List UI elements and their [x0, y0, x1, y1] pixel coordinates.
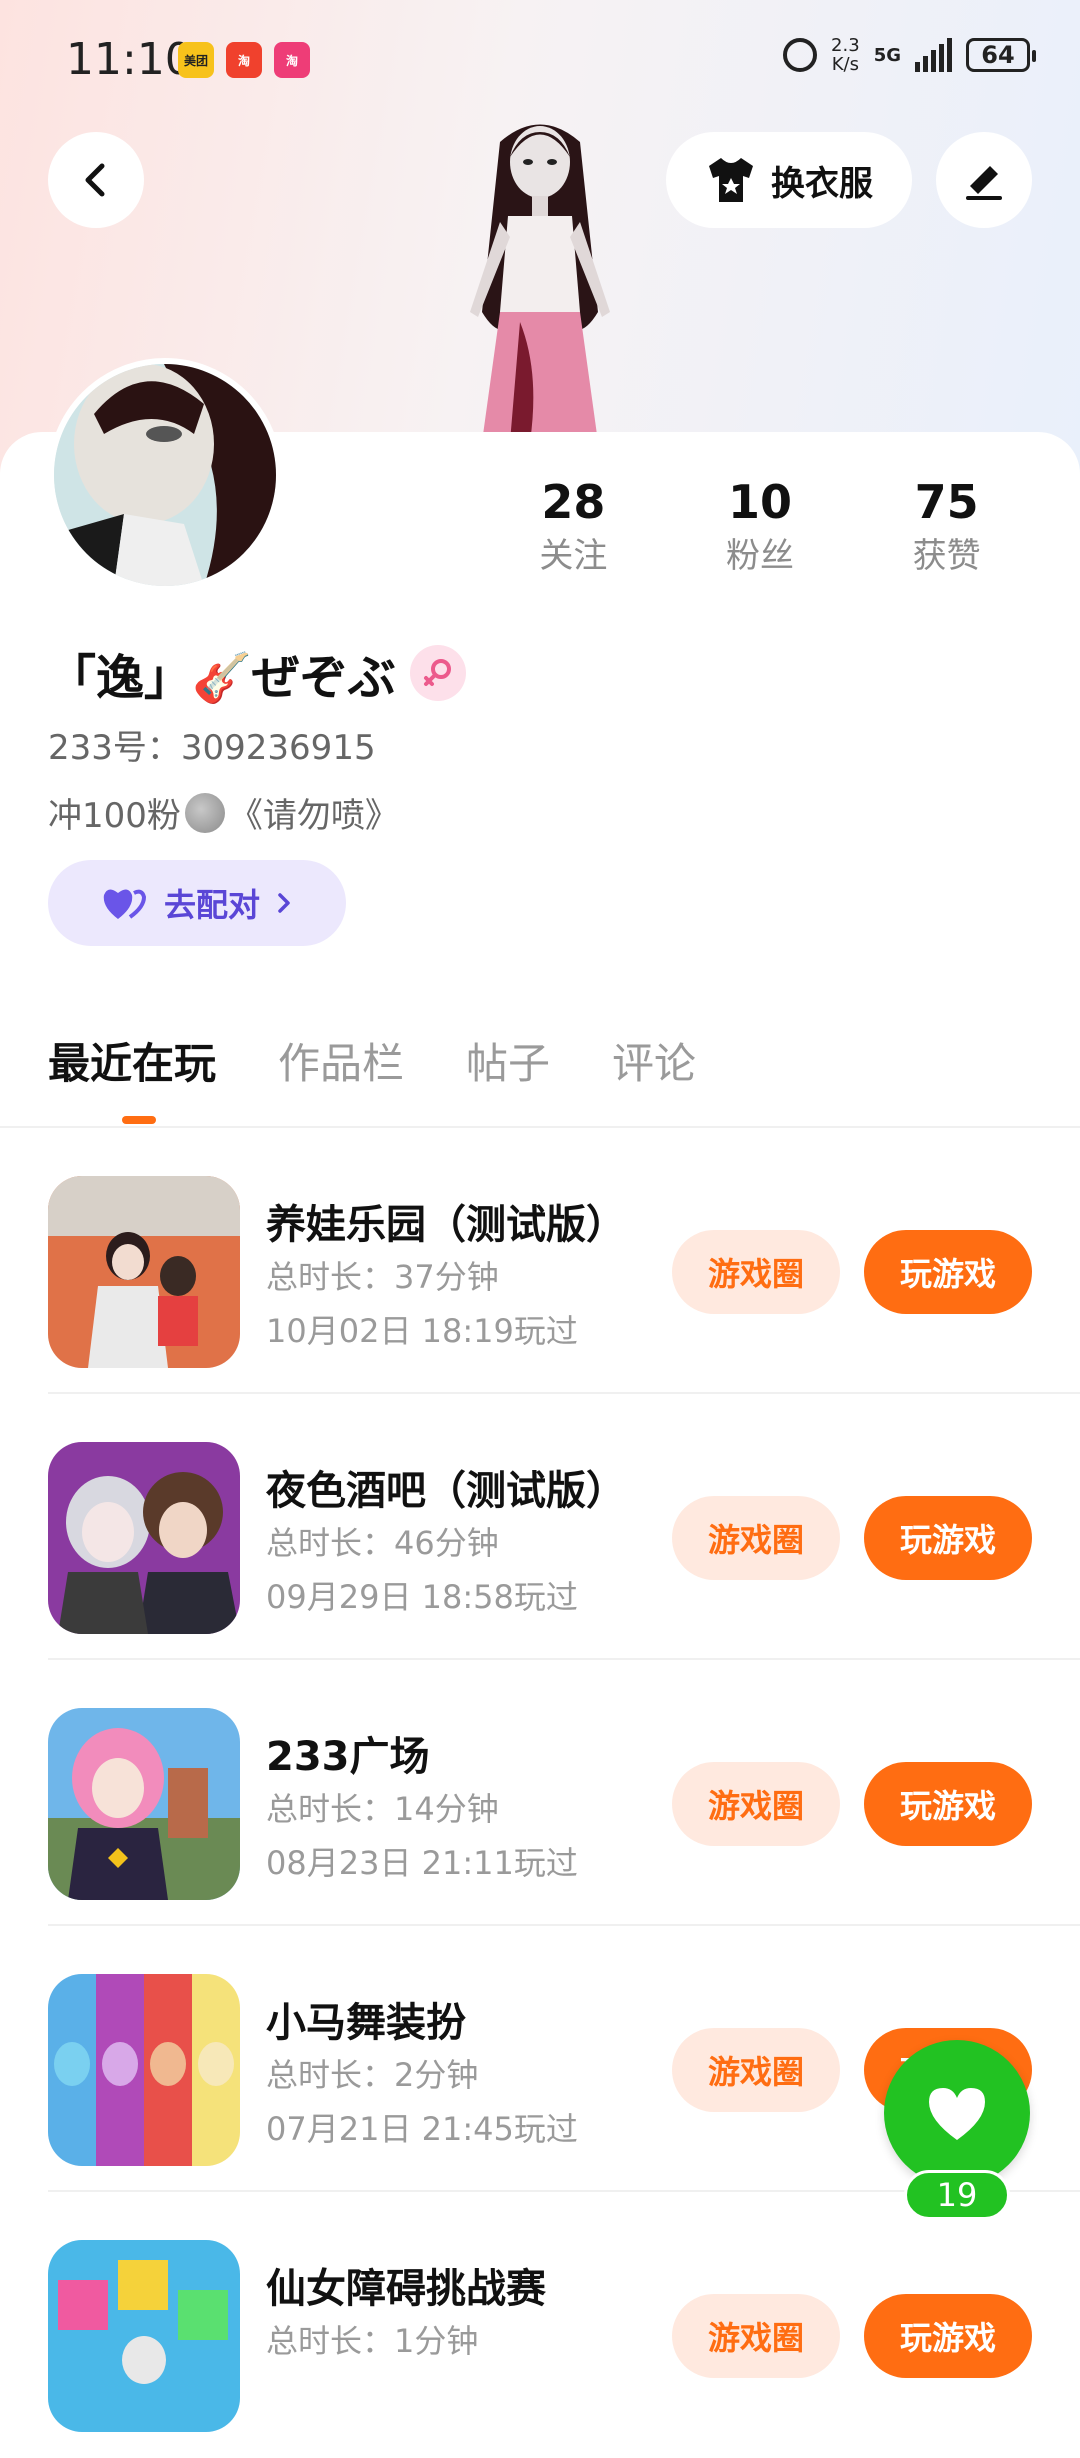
- heart-icon: [929, 2088, 985, 2140]
- taobao-notification-icon: 淘: [226, 42, 262, 78]
- female-gender-icon: [409, 645, 466, 701]
- profile-avatar[interactable]: [48, 358, 282, 592]
- bio: 冲100粉 《请勿喷》: [48, 788, 399, 837]
- game-thumbnail[interactable]: [48, 1708, 240, 1900]
- game-thumbnail[interactable]: [48, 1974, 240, 2166]
- game-title: 养娃乐园（测试版）: [266, 1202, 626, 1248]
- following-count: 28: [541, 475, 606, 529]
- signal-icon: [915, 38, 952, 72]
- floating-like-button[interactable]: [884, 2040, 1030, 2186]
- game-circle-button[interactable]: 游戏圈: [672, 2294, 840, 2378]
- game-title: 小马舞装扮: [266, 2000, 466, 2046]
- followers-label: 粉丝: [726, 536, 794, 576]
- game-last-played: 09月29日 18:58玩过: [266, 1578, 578, 1616]
- dress-up-button[interactable]: 换衣服: [666, 132, 912, 228]
- game-duration: 总时长：37分钟: [266, 1258, 499, 1296]
- edit-profile-button[interactable]: [936, 132, 1032, 228]
- followers-stat[interactable]: 10 粉丝: [667, 472, 854, 580]
- net-speed: 2.3 K/s: [831, 35, 860, 75]
- game-row[interactable]: 仙女障碍挑战赛 总时长：1分钟 游戏圈 玩游戏: [0, 2192, 1080, 2458]
- edit-icon: [966, 166, 1002, 200]
- game-last-played: 08月23日 21:11玩过: [266, 1844, 578, 1882]
- game-row[interactable]: 夜色酒吧（测试版） 总时长：46分钟 09月29日 18:58玩过 游戏圈 玩游…: [0, 1394, 1080, 1660]
- following-label: 关注: [539, 536, 608, 576]
- game-duration: 总时长：46分钟: [266, 1524, 499, 1562]
- like-count: 19: [904, 2170, 1010, 2220]
- status-time: 11:10: [66, 34, 193, 85]
- meituan-notification-icon: 美团: [178, 42, 214, 78]
- character-avatar-figure[interactable]: [430, 112, 650, 442]
- dress-up-label: 换衣服: [771, 163, 873, 204]
- game-last-played: 07月21日 21:45玩过: [266, 2110, 578, 2148]
- game-duration: 总时长：1分钟: [266, 2322, 479, 2360]
- game-row[interactable]: 养娃乐园（测试版） 总时长：37分钟 10月02日 18:19玩过 游戏圈 玩游…: [0, 1128, 1080, 1394]
- tab-posts[interactable]: 帖子: [466, 1030, 550, 1091]
- game-circle-button[interactable]: 游戏圈: [672, 2028, 840, 2112]
- profile-tabs: 最近在玩 作品栏 帖子 评论: [48, 1030, 696, 1091]
- bio-prefix: 冲100粉: [48, 796, 181, 836]
- alarm-icon: [783, 38, 818, 72]
- taobao-special-notification-icon: 淘: [274, 42, 310, 78]
- match-label: 去配对: [163, 886, 260, 924]
- active-tab-indicator: [122, 1116, 156, 1124]
- play-game-button[interactable]: 玩游戏: [864, 1230, 1032, 1314]
- likes-count: 75: [914, 475, 979, 529]
- following-stat[interactable]: 28 关注: [480, 472, 667, 580]
- chevron-right-icon: [278, 893, 290, 913]
- game-duration: 总时长：14分钟: [266, 1790, 499, 1828]
- nickname-row: 「逸」🎸ぜぞぶ: [48, 638, 466, 708]
- nickname: 「逸」🎸ぜぞぶ: [48, 650, 396, 706]
- avatar-image: [54, 364, 276, 586]
- user-id: 233号：309236915: [48, 728, 376, 768]
- bio-suffix: 《请勿喷》: [228, 796, 399, 836]
- game-circle-button[interactable]: 游戏圈: [672, 1496, 840, 1580]
- game-circle-button[interactable]: 游戏圈: [672, 1230, 840, 1314]
- tab-recently-played[interactable]: 最近在玩: [48, 1030, 216, 1091]
- game-row[interactable]: 233广场 总时长：14分钟 08月23日 21:11玩过 游戏圈 玩游戏: [0, 1660, 1080, 1926]
- likes-label: 获赞: [912, 536, 981, 576]
- status-bar: 11:10 美团 淘 淘 2.3 K/s 5G 64: [0, 0, 1080, 120]
- recent-games-list: 养娃乐园（测试版） 总时长：37分钟 10月02日 18:19玩过 游戏圈 玩游…: [0, 1128, 1080, 2458]
- tab-works[interactable]: 作品栏: [278, 1030, 404, 1091]
- game-thumbnail[interactable]: [48, 1442, 240, 1634]
- network-type: 5G: [873, 44, 901, 66]
- play-game-button[interactable]: 玩游戏: [864, 1496, 1032, 1580]
- back-button[interactable]: [48, 132, 144, 228]
- play-game-button[interactable]: 玩游戏: [864, 1762, 1032, 1846]
- tab-comments[interactable]: 评论: [612, 1030, 696, 1091]
- game-title: 233广场: [266, 1734, 430, 1780]
- game-last-played: 10月02日 18:19玩过: [266, 1312, 578, 1350]
- shirt-icon: [709, 158, 753, 202]
- game-title: 夜色酒吧（测试版）: [266, 1468, 626, 1514]
- game-thumbnail[interactable]: [48, 1176, 240, 1368]
- hearts-icon: [103, 889, 146, 919]
- followers-count: 10: [728, 475, 793, 529]
- match-button[interactable]: 去配对: [48, 860, 346, 946]
- profile-stats: 28 关注 10 粉丝 75 获赞: [480, 472, 1040, 580]
- game-title: 仙女障碍挑战赛: [266, 2266, 546, 2312]
- game-duration: 总时长：2分钟: [266, 2056, 479, 2094]
- game-thumbnail[interactable]: [48, 2240, 240, 2432]
- likes-stat[interactable]: 75 获赞: [853, 472, 1040, 580]
- battery-icon: 64: [966, 38, 1036, 72]
- chevron-left-icon: [85, 163, 105, 197]
- play-game-button[interactable]: 玩游戏: [864, 2294, 1032, 2378]
- game-circle-button[interactable]: 游戏圈: [672, 1762, 840, 1846]
- moon-face-icon: [184, 792, 225, 833]
